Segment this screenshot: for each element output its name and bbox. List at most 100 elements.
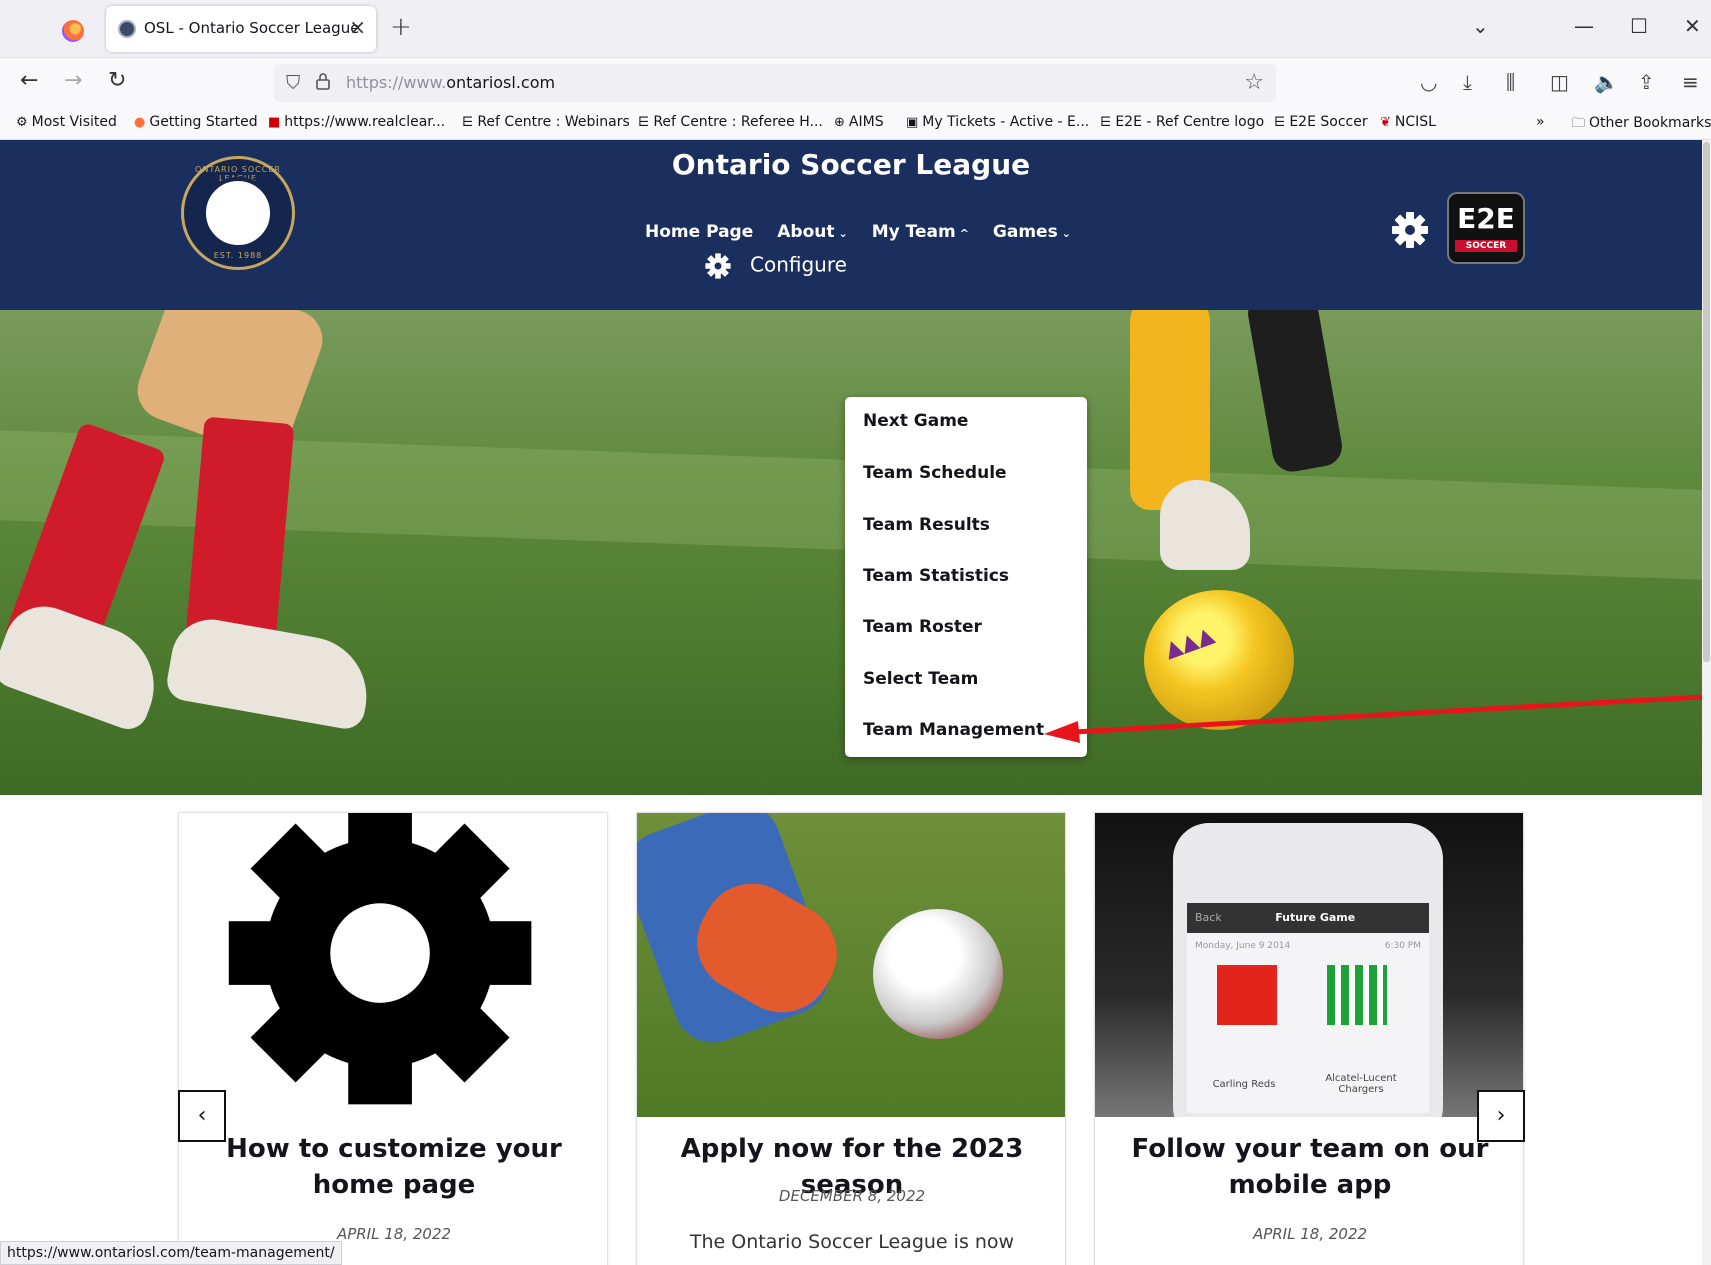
list-tabs-icon[interactable]: ⌄ — [1472, 14, 1489, 38]
close-tab-icon[interactable]: × — [349, 15, 366, 39]
ncisl-icon: ❦ — [1380, 115, 1391, 130]
configure-label: Configure — [750, 252, 847, 277]
card-image — [637, 813, 1065, 1117]
logo-est: EST. 1988 — [213, 251, 263, 260]
web-page: ONTARIO SOCCER LEAGUE EST. 1988 Ontario … — [0, 140, 1702, 1265]
carousel-next-button[interactable]: › — [1477, 1090, 1525, 1142]
site-title[interactable]: Ontario Soccer League — [0, 148, 1702, 181]
more-bookmarks-icon[interactable]: » — [1536, 114, 1545, 130]
news-card[interactable]: How to customize your home page APRIL 18… — [178, 812, 608, 1265]
reload-icon[interactable]: ↻ — [108, 68, 126, 93]
bookmark-getting-started[interactable]: ● Getting Started — [134, 114, 258, 130]
phone-team-home: Carling Reds — [1212, 1079, 1276, 1090]
bookmark-most-visited[interactable]: ⚙ Most Visited — [16, 114, 117, 130]
tab-title: OSL - Ontario Soccer League — [144, 19, 360, 37]
menu-icon[interactable]: ≡ — [1682, 70, 1699, 94]
menu-item-team-results[interactable]: Team Results — [863, 515, 990, 535]
card-date: DECEMBER 8, 2022 — [778, 1187, 926, 1205]
bookmark-my-tickets[interactable]: ▣ My Tickets - Active - E... — [906, 114, 1089, 130]
nav-my-team[interactable]: My Team ^ — [872, 222, 969, 242]
forward-icon[interactable]: → — [64, 68, 82, 93]
maximize-icon[interactable]: ☐ — [1630, 14, 1648, 38]
card-image: Back Future Game Monday, June 9 2014 6:3… — [1095, 813, 1523, 1117]
firefox-icon[interactable] — [62, 20, 84, 42]
extensions-icon[interactable]: ⇪ — [1638, 70, 1655, 94]
bookmarks-toolbar: ⚙ Most Visited ● Getting Started ■ https://… — [0, 108, 1711, 140]
main-nav: Home Page About ⌄ My Team ^ Games ⌄ — [645, 222, 1095, 242]
site-favicon-icon — [118, 20, 136, 38]
red-jersey — [1217, 965, 1277, 1025]
audio-icon[interactable]: 🔈 — [1594, 70, 1619, 94]
e2e-icon: ⋿ — [462, 115, 474, 130]
back-icon[interactable]: ← — [20, 68, 38, 93]
menu-item-next-game[interactable]: Next Game — [863, 411, 968, 431]
configure-link[interactable]: Configure — [704, 252, 847, 280]
menu-item-team-roster[interactable]: Team Roster — [863, 617, 982, 637]
ticket-icon: ▣ — [906, 115, 919, 130]
close-window-icon[interactable]: ✕ — [1684, 14, 1701, 38]
minimize-icon[interactable]: — — [1574, 14, 1594, 38]
chevron-down-icon: ⌄ — [838, 227, 848, 240]
phone-back: Back — [1195, 911, 1222, 924]
url-text[interactable]: https://www.ontariosl.com — [346, 73, 555, 92]
gear-icon — [705, 253, 731, 279]
gear-icon — [228, 813, 532, 1105]
bookmark-ncisl[interactable]: ❦ NCISL — [1380, 114, 1436, 130]
nav-about[interactable]: About ⌄ — [777, 222, 847, 242]
bookmark-aims[interactable]: ⊕ AIMS — [834, 114, 884, 130]
card-date: APRIL 18, 2022 — [1252, 1225, 1368, 1243]
downloads-icon[interactable]: ⤓ — [1463, 70, 1472, 94]
page-scrollbar[interactable] — [1702, 140, 1711, 1265]
nav-games[interactable]: Games ⌄ — [993, 222, 1071, 242]
menu-item-team-statistics[interactable]: Team Statistics — [863, 566, 1009, 586]
news-card[interactable]: Apply now for the 2023 season DECEMBER 8… — [636, 812, 1066, 1265]
pocket-icon[interactable]: ◡ — [1420, 70, 1437, 94]
bookmark-e2e-soccer[interactable]: ⋿ E2E Soccer — [1274, 114, 1368, 130]
gear-icon: ⚙ — [16, 115, 28, 130]
bookmark-e2e-ref-centre-logo[interactable]: ⋿ E2E - Ref Centre logo — [1100, 114, 1264, 130]
menu-item-select-team[interactable]: Select Team — [863, 669, 978, 689]
library-icon[interactable]: ⫼ — [1506, 70, 1515, 94]
folder-icon: 🗀 — [1572, 116, 1586, 131]
lock-icon[interactable] — [316, 72, 330, 90]
card-title[interactable]: Follow your team on our mobile app — [1115, 1131, 1505, 1203]
scroll-thumb[interactable] — [1703, 142, 1710, 662]
active-tab[interactable]: OSL - Ontario Soccer League × — [106, 6, 376, 52]
globe-icon: ⊕ — [834, 115, 845, 130]
rcp-icon: ■ — [268, 115, 281, 130]
phone-screen: Back Future Game Monday, June 9 2014 6:3… — [1187, 903, 1429, 1113]
soccer-ball-emblem — [202, 177, 274, 249]
card-image — [179, 813, 607, 1117]
bookmark-ref-centre-webinars[interactable]: ⋿ Ref Centre : Webinars — [462, 114, 630, 130]
phone-date: Monday, June 9 2014 — [1195, 941, 1291, 951]
settings-gear-icon[interactable] — [1390, 210, 1430, 250]
e2e-icon: ⋿ — [638, 115, 650, 130]
tracking-shield-icon[interactable]: ⛉ — [286, 72, 300, 94]
phone-header: Back Future Game — [1187, 903, 1429, 933]
card-snippet: The Ontario Soccer League is now — [689, 1231, 1015, 1253]
phone-team-away: Alcatel-Lucent Chargers — [1325, 1073, 1397, 1095]
bookmark-star-icon[interactable]: ☆ — [1244, 70, 1264, 95]
menu-item-team-management[interactable]: Team Management — [863, 720, 1044, 740]
soccer-ball — [873, 909, 1003, 1039]
phone-title: Future Game — [1275, 911, 1356, 924]
firefox-icon: ● — [134, 115, 146, 130]
carousel-prev-button[interactable]: ‹ — [178, 1090, 226, 1142]
menu-item-team-schedule[interactable]: Team Schedule — [863, 463, 1007, 483]
navigation-toolbar: ← → ↻ ⛉ https://www.ontariosl.com ☆ ◡ ⤓ … — [0, 58, 1711, 108]
card-title[interactable]: How to customize your home page — [199, 1131, 589, 1203]
news-card[interactable]: Back Future Game Monday, June 9 2014 6:3… — [1094, 812, 1524, 1265]
annotation-arrow — [1044, 694, 1702, 743]
address-bar[interactable]: ⛉ https://www.ontariosl.com ☆ — [274, 64, 1276, 102]
other-bookmarks[interactable]: 🗀 Other Bookmarks — [1572, 114, 1711, 136]
new-tab-icon[interactable]: + — [390, 12, 412, 42]
bookmark-realclear[interactable]: ■ https://www.realclear... — [268, 114, 445, 130]
boot — [164, 613, 376, 732]
e2e-soccer-badge[interactable]: E2E SOCCER — [1447, 192, 1525, 264]
chevron-up-icon: ^ — [959, 227, 969, 240]
nav-home-page[interactable]: Home Page — [645, 222, 753, 242]
bookmark-ref-centre-referee[interactable]: ⋿ Ref Centre : Referee H... — [638, 114, 823, 130]
e2e-icon: ⋿ — [1100, 115, 1112, 130]
link-status-bar: https://www.ontariosl.com/team-managemen… — [0, 1241, 342, 1265]
sidebar-icon[interactable]: ◫ — [1550, 70, 1569, 94]
